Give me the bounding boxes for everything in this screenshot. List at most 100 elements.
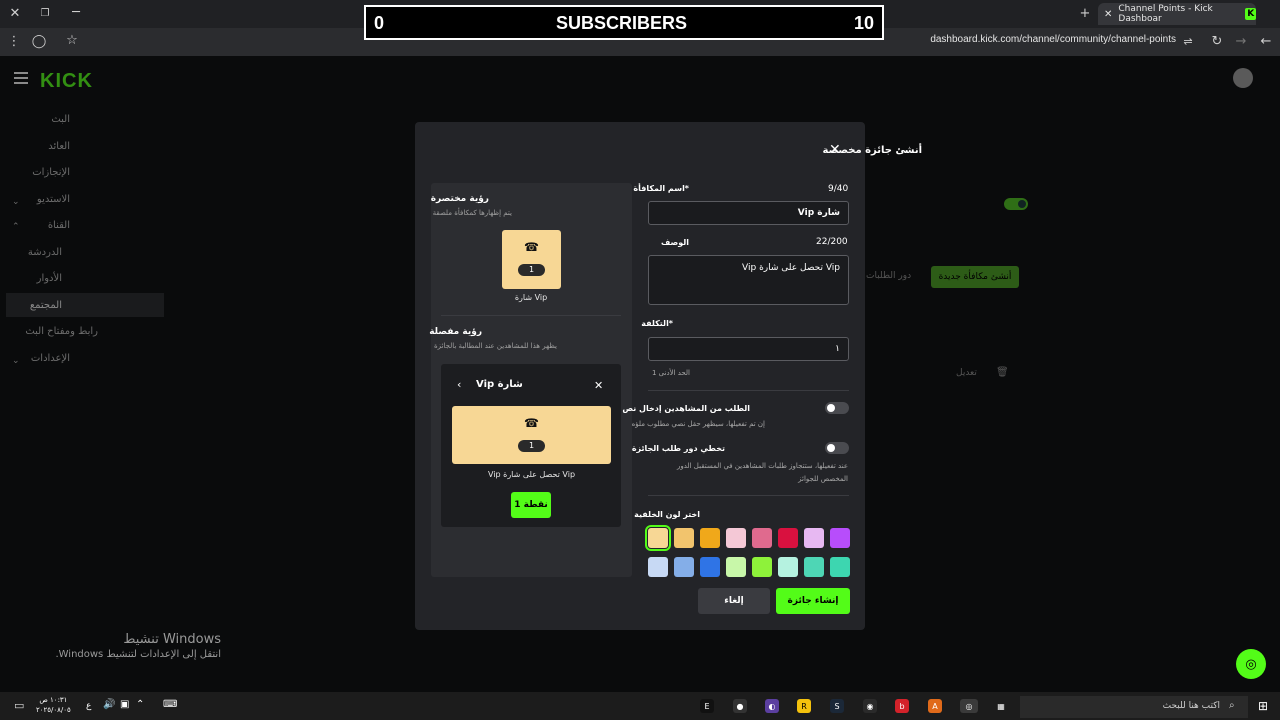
detail-reward-desc: Vip تحصل على شارة Vip — [487, 470, 576, 479]
epic-games-icon[interactable]: E — [700, 699, 714, 713]
chevron-down-icon[interactable]: ⌄ — [12, 197, 20, 207]
language-indicator[interactable]: ع — [86, 701, 91, 711]
cancel-button[interactable]: إلغاء — [698, 588, 770, 614]
sidebar-item-stream-key[interactable]: رابط ومفتاح البث — [25, 326, 98, 337]
chevron-up-icon[interactable]: ⌃ — [12, 222, 20, 232]
back-icon[interactable]: ← — [1258, 35, 1274, 49]
subscriber-right-count: 10 — [853, 13, 874, 33]
cost-input[interactable]: ١ — [648, 337, 849, 361]
app-icon[interactable]: ◉ — [863, 699, 877, 713]
color-swatch[interactable] — [674, 557, 694, 577]
queue-link[interactable]: دور الطلبات — [866, 271, 911, 281]
new-reward-button[interactable]: أنشئ مكافأة جديدة — [931, 266, 1019, 288]
sidebar-item-chat[interactable]: الدردشة — [28, 247, 62, 258]
windows-start-icon[interactable]: ⊞ — [1258, 699, 1268, 713]
site-settings-icon[interactable]: ⇌ — [1180, 35, 1196, 49]
hamburger-menu-icon[interactable] — [14, 72, 28, 87]
notification-icon[interactable]: ▭ — [14, 699, 24, 712]
sidebar-item-community[interactable]: المجتمع — [30, 300, 62, 311]
taskbar-search-input[interactable]: اكتب هنا للبحث — [1020, 696, 1248, 718]
color-swatch[interactable] — [726, 528, 746, 548]
skip-queue-toggle[interactable] — [825, 442, 849, 454]
color-swatch[interactable] — [645, 525, 671, 551]
sidebar-item-settings[interactable]: الإعدادات — [31, 353, 70, 364]
desc-textarea[interactable]: Vip تحصل على شارة Vip — [648, 255, 849, 305]
redeem-points-button[interactable]: 1 نقطة — [511, 492, 551, 518]
window-minimize-icon[interactable]: ─ — [68, 6, 84, 20]
compact-preview-title: رؤية مختصرة — [430, 194, 489, 204]
compact-reward-card: ☎ 1 — [502, 230, 561, 289]
background-enable-toggle[interactable] — [1004, 198, 1028, 210]
text-toggle-hint: إن تم تفعيلها، سيظهر حقل نصي مطلوب ملؤه — [631, 420, 765, 428]
close-icon[interactable]: ✕ — [829, 142, 841, 158]
subscriber-title: SUBSCRIBERS — [556, 13, 688, 33]
taskbar-clock[interactable]: ١٠:٣١ ص ٢٠٢٥/٠٨/٠٥ — [36, 695, 71, 715]
kick-logo[interactable]: KICK — [40, 70, 93, 93]
forward-icon[interactable]: → — [1233, 35, 1249, 49]
create-reward-button[interactable]: إنشاء جائزة — [776, 588, 850, 614]
detail-close-icon[interactable]: ✕ — [594, 379, 603, 392]
gift-icon: ☎ — [524, 240, 539, 254]
browser-taskbar-icon[interactable]: ◎ — [960, 699, 978, 713]
detail-header-title: شارة Vip — [476, 379, 523, 390]
color-swatch[interactable] — [700, 557, 720, 577]
desc-count: 22/200 — [816, 237, 848, 247]
sidebar-item-channel[interactable]: القناة — [48, 220, 70, 231]
sidebar-item-stream[interactable]: البث — [51, 114, 70, 125]
sidebar-item-achievements[interactable]: الإنجازات — [32, 167, 70, 178]
detail-preview-title: رؤية مفصلة — [429, 327, 482, 337]
obs-icon[interactable]: ● — [733, 699, 747, 713]
avatar[interactable] — [1233, 68, 1253, 88]
app-icon[interactable]: b — [895, 699, 909, 713]
color-swatch[interactable] — [778, 557, 798, 577]
color-swatch[interactable] — [726, 557, 746, 577]
trash-icon[interactable]: 🗑 — [996, 367, 1009, 378]
edit-button[interactable]: تعديل — [956, 368, 977, 378]
color-swatch[interactable] — [830, 528, 850, 548]
color-swatch[interactable] — [830, 557, 850, 577]
color-swatch[interactable] — [752, 557, 772, 577]
chevron-down-icon[interactable]: ⌄ — [12, 356, 20, 366]
color-swatch[interactable] — [752, 528, 772, 548]
preview-divider — [441, 315, 621, 316]
sidebar-item-revenue[interactable]: العائد — [48, 141, 70, 152]
color-swatch[interactable] — [648, 557, 668, 577]
search-icon: ⌕ — [1229, 700, 1235, 711]
skip-toggle-hint: عند تفعيلها، ستتجاوز طلبات المشاهدين في … — [677, 462, 848, 483]
subscriber-left-count: 0 — [374, 13, 385, 33]
color-swatch[interactable] — [674, 528, 694, 548]
sidebar-item-studio[interactable]: الاستديو — [37, 194, 70, 205]
tray-chevron-icon[interactable]: ⌃ — [136, 699, 144, 710]
window-restore-icon[interactable]: ❐ — [37, 7, 53, 21]
reload-icon[interactable]: ↻ — [1209, 35, 1225, 49]
app-icon[interactable]: A — [928, 699, 942, 713]
rockstar-icon[interactable]: R — [797, 699, 811, 713]
kick-favicon-icon: K — [1245, 8, 1256, 20]
browser-tab[interactable]: ✕ Channel Points - Kick Dashboar K — [1098, 3, 1256, 25]
new-tab-icon[interactable]: + — [1077, 7, 1093, 21]
url-bar[interactable]: dashboard.kick.com/channel/community/cha… — [930, 34, 1176, 45]
keyboard-icon[interactable]: ⌨ — [163, 699, 177, 710]
reward-cost-pill: 1 — [518, 264, 545, 276]
support-chat-icon[interactable]: ◎ — [1236, 649, 1266, 679]
tab-close-icon[interactable]: ✕ — [1104, 9, 1112, 20]
color-swatch[interactable] — [804, 528, 824, 548]
window-close-icon[interactable]: ✕ — [7, 7, 23, 21]
compact-preview-sub: يتم إظهارها كمكافأة ملصقة — [432, 209, 512, 217]
text-input-toggle[interactable] — [825, 402, 849, 414]
sidebar-item-roles[interactable]: الأدوار — [37, 273, 62, 284]
app-icon[interactable]: ◐ — [765, 699, 779, 713]
color-swatch[interactable] — [804, 557, 824, 577]
bookmark-star-icon[interactable]: ☆ — [64, 34, 80, 48]
steam-icon[interactable]: S — [830, 699, 844, 713]
color-swatch[interactable] — [700, 528, 720, 548]
menu-dots-icon[interactable]: ⋮ — [6, 35, 22, 49]
chevron-left-icon[interactable]: ‹ — [457, 378, 461, 391]
task-view-icon[interactable]: ▦ — [994, 699, 1008, 713]
opera-icon[interactable]: ◯ — [31, 35, 47, 49]
volume-icon[interactable]: 🔊 — [103, 699, 115, 710]
color-swatch[interactable] — [778, 528, 798, 548]
name-input[interactable]: شارة Vip — [648, 201, 849, 225]
network-icon[interactable]: ▣ — [120, 699, 129, 710]
color-label: اختر لون الخلفية — [634, 510, 700, 519]
